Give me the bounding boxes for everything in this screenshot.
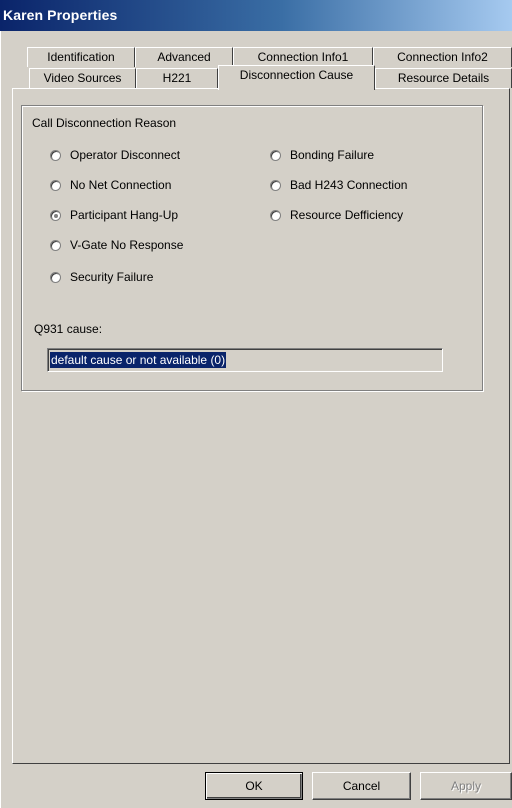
tab-h221[interactable]: H221 [136,68,218,88]
tab-label: Video Sources [43,71,122,85]
tab-label: Identification [47,50,115,64]
tab-label: Disconnection Cause [239,68,354,82]
button-label: OK [245,779,263,793]
radio-button-icon [50,271,61,283]
button-label: Cancel [342,779,381,793]
tab-label: H221 [162,71,192,85]
tab-label: Advanced [157,50,211,64]
radio-button-icon [50,179,61,191]
tab-label: Resource Details [397,71,490,85]
radio-bad-h243-connection[interactable]: Bad H243 Connection [270,178,407,192]
group-title: Call Disconnection Reason [29,116,180,130]
title-bar[interactable]: Karen Properties [0,0,512,31]
radio-v-gate-no-response[interactable]: V-Gate No Response [50,238,183,252]
radio-security-failure[interactable]: Security Failure [50,270,153,284]
q931-cause-value: default cause or not available (0) [50,352,227,368]
tab-connection-info2[interactable]: Connection Info2 [373,47,512,67]
radio-resource-defficiency[interactable]: Resource Defficiency [270,208,403,222]
tab-identification[interactable]: Identification [27,47,135,67]
q931-cause-label: Q931 cause: [34,322,103,336]
apply-button[interactable]: Apply [420,772,512,800]
radio-button-icon [50,239,61,251]
ok-button[interactable]: OK [205,772,303,800]
radio-label: Resource Defficiency [290,208,404,222]
radio-label: Bad H243 Connection [290,178,408,192]
q931-cause-field[interactable]: default cause or not available (0) [47,348,443,372]
radio-label: Operator Disconnect [70,148,181,162]
tab-disconnection-cause[interactable]: Disconnection Cause [218,65,375,90]
radio-label: Bonding Failure [290,148,375,162]
tab-connection-info1[interactable]: Connection Info1 [233,47,373,67]
radio-button-selected-icon [50,209,61,221]
radio-button-icon [270,179,281,191]
radio-participant-hang-up[interactable]: Participant Hang-Up [50,208,178,222]
radio-button-icon [270,209,281,221]
tab-resource-details[interactable]: Resource Details [375,68,512,88]
radio-button-icon [270,149,281,161]
window-frame-edge [0,31,10,808]
radio-no-net-connection[interactable]: No Net Connection [50,178,171,192]
radio-bonding-failure[interactable]: Bonding Failure [270,148,374,162]
button-label: Apply [450,779,482,793]
radio-label: No Net Connection [70,178,172,192]
radio-operator-disconnect[interactable]: Operator Disconnect [50,148,180,162]
tab-label: Connection Info1 [257,50,349,64]
cancel-button[interactable]: Cancel [312,772,411,800]
window-title: Karen Properties [3,7,118,23]
tab-video-sources[interactable]: Video Sources [29,68,136,88]
tab-label: Connection Info2 [397,50,488,64]
tab-advanced[interactable]: Advanced [135,47,233,67]
radio-label: Security Failure [70,270,154,284]
radio-label: V-Gate No Response [70,238,184,252]
radio-button-icon [50,149,61,161]
radio-label: Participant Hang-Up [70,208,179,222]
